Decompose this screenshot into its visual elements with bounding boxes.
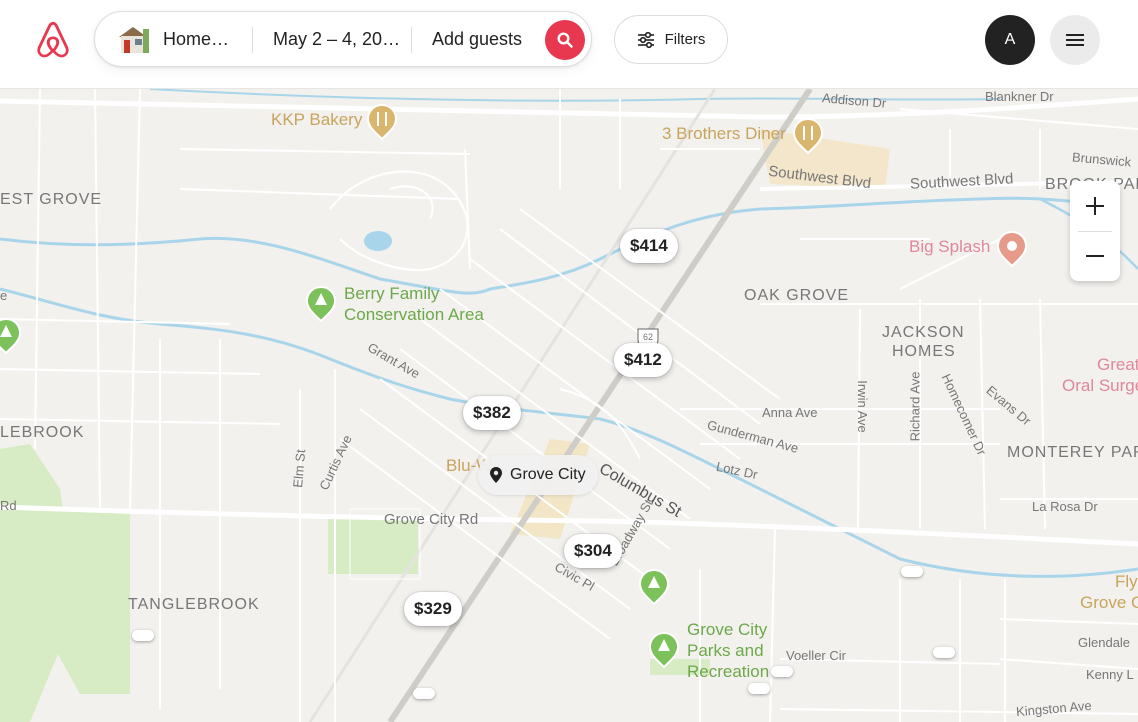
zoom-out-button[interactable] (1070, 231, 1120, 281)
area-label: JACKSON (882, 324, 965, 341)
avatar-initial: A (1004, 31, 1016, 48)
place-label-grove-city[interactable]: Grove City (478, 455, 598, 495)
street-label: Grove City Rd (384, 511, 479, 528)
guests-segment[interactable]: Add guests (432, 12, 522, 66)
price-marker[interactable]: $329 (404, 592, 462, 626)
poi-fly-line2[interactable]: Grove C (1080, 593, 1138, 613)
listing-marker-small[interactable] (901, 566, 923, 577)
poi-fly-line1[interactable]: Fly (1115, 572, 1138, 592)
location-pin-icon (490, 467, 502, 483)
poi-berry-family-line2[interactable]: Conservation Area (344, 304, 484, 325)
attraction-pin-icon[interactable] (996, 230, 1028, 268)
poi-3-brothers-diner[interactable]: 3 Brothers Diner (662, 124, 786, 144)
house-thumbnail-icon (119, 27, 149, 53)
zoom-in-button[interactable] (1070, 181, 1120, 231)
search-button[interactable] (545, 20, 585, 60)
street-label: Blankner Dr (985, 89, 1054, 104)
area-label: MONTEREY PAR (1007, 444, 1138, 461)
area-label: EST GROVE (0, 191, 103, 208)
top-header: Home… May 2 – 4, 20… Add guests Filters … (0, 0, 1138, 89)
price-marker[interactable]: $304 (564, 534, 622, 568)
location-text: Home… (163, 28, 230, 49)
area-label: OAK GROVE (744, 287, 850, 304)
street-label: Richard Ave (907, 371, 923, 442)
map-canvas[interactable]: EST GROVE LEBROOK TANGLEBROOK OAK GROVE … (0, 89, 1138, 722)
search-icon (557, 32, 573, 48)
poi-parks-line2[interactable]: Parks and (687, 640, 764, 661)
place-label-text: Grove City (510, 466, 586, 483)
poi-parks-line1[interactable]: Grove City (687, 619, 767, 640)
poi-berry-family-line1[interactable]: Berry Family (344, 283, 439, 304)
area-label: TANGLEBROOK (128, 596, 260, 613)
area-label: HOMES (892, 343, 956, 360)
poi-kkp-bakery[interactable]: KKP Bakery (271, 110, 362, 130)
poi-parks-line3[interactable]: Recreation (687, 661, 769, 682)
price-marker[interactable]: $412 (614, 343, 672, 377)
dates-text: May 2 – 4, 20… (273, 28, 401, 49)
airbnb-logo-icon[interactable] (33, 20, 73, 60)
zoom-controls (1070, 181, 1120, 281)
divider (252, 27, 253, 53)
park-pin-icon[interactable] (638, 568, 670, 606)
guests-text: Add guests (432, 28, 523, 49)
street-label: Voeller Cir (786, 648, 846, 663)
listing-marker-small[interactable] (748, 683, 770, 694)
listing-marker-small[interactable] (413, 688, 435, 699)
area-label: LEBROOK (0, 424, 85, 441)
food-pin-icon[interactable] (792, 117, 824, 155)
poi-oral-line1[interactable]: Great (1097, 355, 1138, 375)
park-pin-icon[interactable] (305, 285, 337, 323)
park-pin-icon[interactable] (648, 631, 680, 669)
route-shield-label: 62 (643, 332, 654, 342)
street-label: La Rosa Dr (1032, 499, 1098, 514)
hamburger-menu-icon (1066, 34, 1084, 46)
price-marker[interactable]: $414 (620, 229, 678, 263)
listing-marker-small[interactable] (933, 647, 955, 658)
street-label: Anna Ave (762, 405, 818, 420)
price-marker[interactable]: $382 (463, 396, 521, 430)
minus-icon (1086, 255, 1104, 257)
filters-label: Filters (664, 31, 706, 48)
filters-button[interactable]: Filters (614, 15, 728, 64)
street-label: Rd (0, 498, 17, 513)
dates-segment[interactable]: May 2 – 4, 20… (273, 12, 400, 66)
listing-marker-small[interactable] (771, 666, 793, 677)
search-bar[interactable]: Home… May 2 – 4, 20… Add guests (94, 11, 592, 67)
poi-big-splash[interactable]: Big Splash (909, 237, 990, 257)
poi-edge-text: e (0, 288, 8, 303)
filters-sliders-icon (637, 31, 654, 48)
street-label: Kenny L (1086, 667, 1134, 682)
listing-marker-small[interactable] (132, 630, 154, 641)
avatar[interactable]: A (985, 15, 1035, 65)
park-pin-icon[interactable] (0, 317, 22, 355)
location-segment[interactable]: Home… (115, 12, 229, 66)
poi-oral-line2[interactable]: Oral Surge (1062, 376, 1138, 396)
divider (411, 27, 412, 53)
main-menu-button[interactable] (1050, 15, 1100, 65)
street-label: Glendale (1078, 635, 1131, 650)
plus-icon (1086, 197, 1104, 215)
food-pin-icon[interactable] (366, 103, 398, 141)
street-label: Irwin Ave (854, 380, 870, 433)
